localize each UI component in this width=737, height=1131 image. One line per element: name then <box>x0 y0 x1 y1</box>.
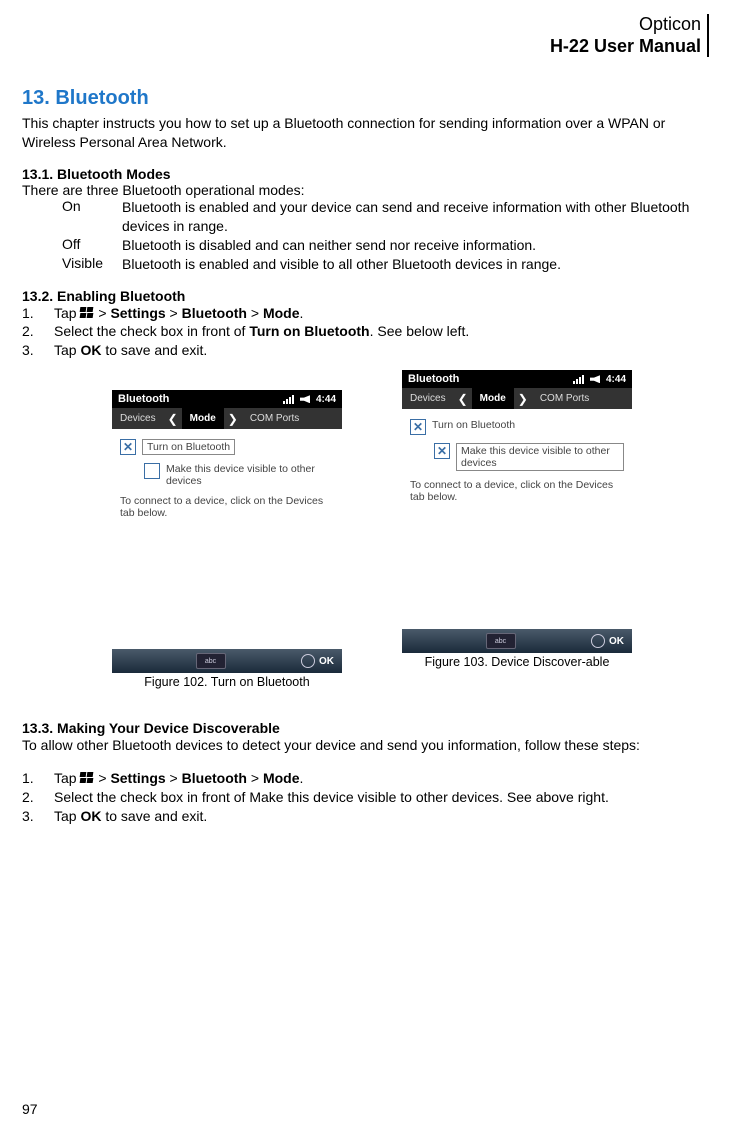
phone-screenshot-2: Bluetooth 4:44 Devices ❮ Mode ❯ COM Port… <box>402 370 632 653</box>
figure-caption: Figure 102. Turn on Bluetooth <box>112 675 342 690</box>
phone-softbar: abc OK <box>112 649 342 673</box>
figures-row: Bluetooth 4:44 Devices ❮ Mode ❯ COM Port… <box>112 390 709 690</box>
phone-time: 4:44 <box>606 374 626 385</box>
phone-time: 4:44 <box>316 394 336 405</box>
step-number: 3. <box>22 341 54 360</box>
tab-comports[interactable]: COM Ports <box>242 408 307 429</box>
phone-title: Bluetooth <box>408 373 459 385</box>
step-number: 2. <box>22 322 54 341</box>
header-line1: Opticon <box>22 14 701 36</box>
chevron-right-icon[interactable]: ❯ <box>514 392 532 406</box>
checkbox-label: Make this device visible to other device… <box>166 463 334 487</box>
mode-desc: Bluetooth is enabled and visible to all … <box>122 255 709 274</box>
tab-mode[interactable]: Mode <box>472 388 514 409</box>
mode-row-off: Off Bluetooth is disabled and can neithe… <box>22 236 709 255</box>
phone-screenshot-1: Bluetooth 4:44 Devices ❮ Mode ❯ COM Port… <box>112 390 342 673</box>
phone-softbar: abc OK <box>402 629 632 653</box>
phone-tabs: Devices ❮ Mode ❯ COM Ports <box>112 408 342 429</box>
step-content: Tap > Settings > Bluetooth > Mode. <box>54 769 709 788</box>
phone-titlebar: Bluetooth 4:44 <box>402 370 632 388</box>
ok-button[interactable]: OK <box>301 654 334 668</box>
tab-devices[interactable]: Devices <box>402 388 454 409</box>
phone-tabs: Devices ❮ Mode ❯ COM Ports <box>402 388 632 409</box>
chapter-intro: This chapter instructs you how to set up… <box>22 114 709 152</box>
phone-help-text: To connect to a device, click on the Dev… <box>410 479 624 503</box>
tab-mode[interactable]: Mode <box>182 408 224 429</box>
step-content: Tap > Settings > Bluetooth > Mode. <box>54 304 709 323</box>
tab-comports[interactable]: COM Ports <box>532 388 597 409</box>
phone-titlebar: Bluetooth 4:44 <box>112 390 342 408</box>
checkbox-row-visible: Make this device visible to other device… <box>434 443 624 471</box>
mode-label: On <box>62 198 122 236</box>
step-row: 1. Tap > Settings > Bluetooth > Mode. <box>22 769 709 788</box>
section-13-3-intro: To allow other Bluetooth devices to dete… <box>22 736 709 755</box>
mode-desc: Bluetooth is enabled and your device can… <box>122 198 709 236</box>
mode-desc: Bluetooth is disabled and can neither se… <box>122 236 709 255</box>
figure-caption: Figure 103. Device Discover-able <box>402 655 632 670</box>
signal-icon <box>573 375 584 384</box>
sip-keyboard-button[interactable]: abc <box>486 633 516 649</box>
page-number: 97 <box>22 1101 38 1117</box>
checkbox-turn-on-bluetooth[interactable] <box>410 419 426 435</box>
figure-102: Bluetooth 4:44 Devices ❮ Mode ❯ COM Port… <box>112 390 342 690</box>
step-row: 2. Select the check box in front of Make… <box>22 788 709 807</box>
step-content: Select the check box in front of Make th… <box>54 788 709 807</box>
checkbox-row-turn-on: Turn on Bluetooth <box>120 439 334 455</box>
phone-body: Turn on Bluetooth Make this device visib… <box>112 429 342 649</box>
section-13-1-intro: There are three Bluetooth operational mo… <box>22 182 709 198</box>
phone-help-text: To connect to a device, click on the Dev… <box>120 495 334 519</box>
step-row: 1. Tap > Settings > Bluetooth > Mode. <box>22 304 709 323</box>
chevron-left-icon[interactable]: ❮ <box>164 412 182 426</box>
step-number: 3. <box>22 807 54 826</box>
step-content: Tap OK to save and exit. <box>54 341 709 360</box>
windows-flag-icon <box>80 772 94 784</box>
phone-body: Turn on Bluetooth Make this device visib… <box>402 409 632 629</box>
mode-label: Visible <box>62 255 122 274</box>
section-13-2-head: 13.2. Enabling Bluetooth <box>22 288 709 304</box>
chapter-title: 13. Bluetooth <box>22 87 709 110</box>
section-13-3-head: 13.3. Making Your Device Discoverable <box>22 720 709 736</box>
checkbox-make-visible[interactable] <box>434 443 450 459</box>
section-13-1-head: 13.1. Bluetooth Modes <box>22 166 709 182</box>
page-header: Opticon H-22 User Manual <box>22 14 709 57</box>
chevron-right-icon[interactable]: ❯ <box>224 412 242 426</box>
ok-circle-icon <box>591 634 605 648</box>
mode-row-visible: Visible Bluetooth is enabled and visible… <box>22 255 709 274</box>
step-number: 1. <box>22 304 54 323</box>
step-number: 1. <box>22 769 54 788</box>
speaker-icon <box>590 375 600 383</box>
checkbox-make-visible[interactable] <box>144 463 160 479</box>
windows-flag-icon <box>80 307 94 319</box>
checkbox-label: Make this device visible to other device… <box>456 443 624 471</box>
checkbox-label: Turn on Bluetooth <box>142 439 235 455</box>
step-content: Select the check box in front of Turn on… <box>54 322 709 341</box>
tab-devices[interactable]: Devices <box>112 408 164 429</box>
checkbox-row-visible: Make this device visible to other device… <box>144 463 334 487</box>
ok-button[interactable]: OK <box>591 634 624 648</box>
step-row: 3. Tap OK to save and exit. <box>22 341 709 360</box>
figure-103: Bluetooth 4:44 Devices ❮ Mode ❯ COM Port… <box>402 370 632 690</box>
checkbox-turn-on-bluetooth[interactable] <box>120 439 136 455</box>
mode-row-on: On Bluetooth is enabled and your device … <box>22 198 709 236</box>
ok-circle-icon <box>301 654 315 668</box>
step-content: Tap OK to save and exit. <box>54 807 709 826</box>
step-row: 2. Select the check box in front of Turn… <box>22 322 709 341</box>
sip-keyboard-button[interactable]: abc <box>196 653 226 669</box>
header-line2: H-22 User Manual <box>22 36 701 58</box>
mode-label: Off <box>62 236 122 255</box>
step-number: 2. <box>22 788 54 807</box>
phone-title: Bluetooth <box>118 393 169 405</box>
modes-list: On Bluetooth is enabled and your device … <box>22 198 709 274</box>
checkbox-label: Turn on Bluetooth <box>432 419 515 431</box>
step-row: 3. Tap OK to save and exit. <box>22 807 709 826</box>
speaker-icon <box>300 395 310 403</box>
checkbox-row-turn-on: Turn on Bluetooth <box>410 419 624 435</box>
chevron-left-icon[interactable]: ❮ <box>454 392 472 406</box>
signal-icon <box>283 395 294 404</box>
